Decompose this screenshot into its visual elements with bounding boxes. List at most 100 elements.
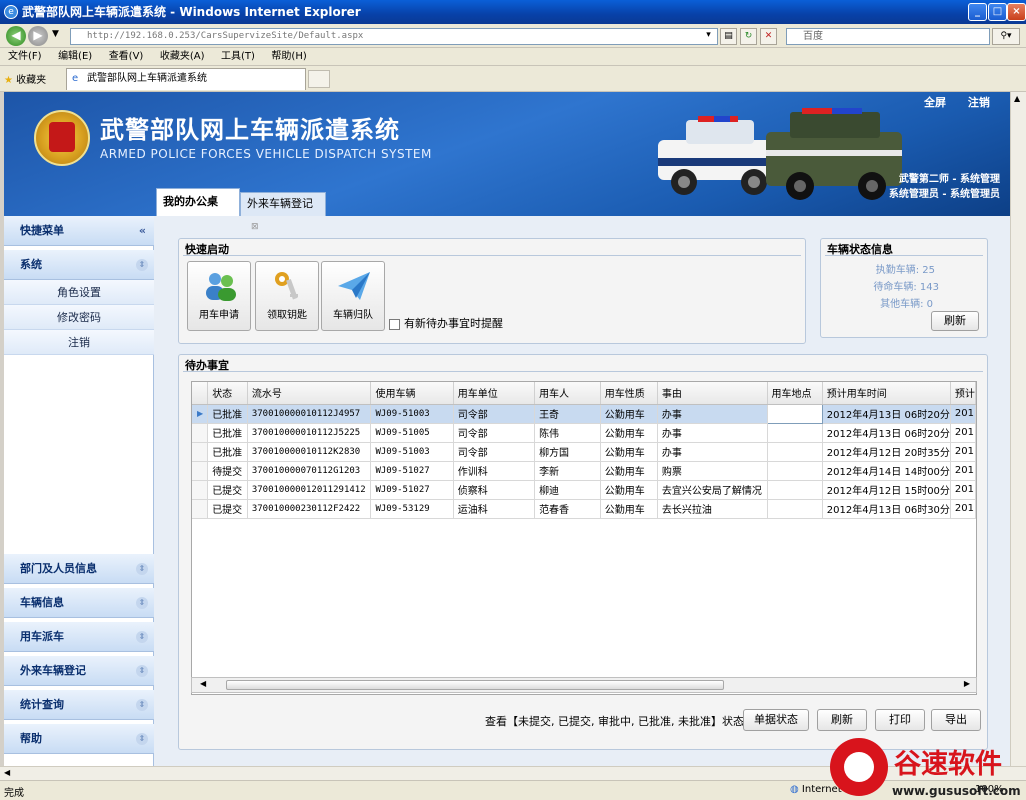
menu-favorites[interactable]: 收藏夹(A): [160, 51, 205, 62]
close-button[interactable]: ×: [1007, 3, 1026, 21]
sidebar: 快捷菜单 « 系统 ⇕ 角色设置 修改密码 注销 部门及人员信息 ⇕ 车辆信息 …: [4, 216, 154, 766]
table-header[interactable]: 用车人: [534, 382, 601, 405]
star-icon: ★: [4, 75, 13, 86]
document-status-button[interactable]: 单据状态: [743, 709, 809, 731]
new-tab-button[interactable]: [308, 70, 330, 88]
sidebar-department[interactable]: 部门及人员信息 ⇕: [4, 554, 154, 584]
maximize-button[interactable]: □: [988, 3, 1007, 21]
scroll-thumb[interactable]: [226, 680, 724, 690]
back-icon[interactable]: ◀: [6, 26, 26, 46]
expand-icon[interactable]: ⇕: [136, 665, 148, 677]
fullscreen-link[interactable]: 全屏: [924, 96, 946, 109]
refresh-icon[interactable]: ↻: [740, 28, 757, 45]
table-row[interactable]: 已提交 370010000230112F2422 WJ09-53129 运油科 …: [192, 499, 976, 519]
favorites-button[interactable]: ★ 收藏夹: [4, 71, 46, 86]
table-row[interactable]: 已提交 370010000012011291412 WJ09-51027 侦察科…: [192, 480, 976, 500]
address-bar: ◀ ▶ ▼ http://192.168.0.253/CarsSupervize…: [0, 24, 1026, 48]
vehicle-request-button[interactable]: 用车申请: [187, 261, 251, 331]
sidebar-system[interactable]: 系统 ⇕: [4, 250, 154, 280]
table-header[interactable]: 预计用车时间: [822, 382, 951, 405]
table-cell: 司令部: [453, 423, 536, 443]
collapse-icon[interactable]: «: [139, 216, 146, 246]
table-row[interactable]: 已批准 370010000010112K2830 WJ09-51003 司令部 …: [192, 442, 976, 462]
ie-icon: e: [4, 5, 18, 19]
scroll-up-icon[interactable]: ▲: [1014, 94, 1020, 103]
table-header[interactable]: 事由: [657, 382, 768, 405]
tab-external-vehicle[interactable]: 外来车辆登记 ⊠: [240, 192, 326, 232]
users-icon: [206, 273, 236, 301]
menu-tools[interactable]: 工具(T): [221, 51, 255, 62]
sidebar-item-logout[interactable]: 注销: [4, 330, 154, 355]
remind-checkbox[interactable]: [389, 318, 400, 330]
table-header[interactable]: 使用车辆: [370, 382, 454, 405]
expand-icon[interactable]: ⇕: [136, 699, 148, 711]
table-header[interactable]: 预计: [950, 382, 976, 405]
menu-file[interactable]: 文件(F): [8, 51, 42, 62]
sidebar-quick-menu[interactable]: 快捷菜单 «: [4, 216, 154, 246]
status-refresh-button[interactable]: 刷新: [931, 311, 979, 331]
refresh-button[interactable]: 刷新: [817, 709, 867, 731]
menu-edit[interactable]: 编辑(E): [58, 51, 92, 62]
url-input[interactable]: http://192.168.0.253/CarsSupervizeSite/D…: [70, 28, 718, 45]
minimize-button[interactable]: _: [968, 3, 987, 21]
sidebar-item-role-settings[interactable]: 角色设置: [4, 280, 154, 305]
sidebar-statistics[interactable]: 统计查询 ⇕: [4, 690, 154, 720]
search-icon[interactable]: ⚲▾: [992, 28, 1020, 45]
table-cell: 司令部: [453, 404, 536, 424]
watermark-url: www.gususoft.com: [892, 784, 1021, 798]
url-dropdown-icon[interactable]: ▾: [700, 28, 717, 45]
vehicle-return-button[interactable]: 车辆归队: [321, 261, 385, 331]
menu-help[interactable]: 帮助(H): [271, 51, 306, 62]
remind-option[interactable]: 有新待办事宜时提醒: [389, 315, 503, 331]
history-dropdown-icon[interactable]: ▼: [52, 29, 59, 39]
get-key-button[interactable]: 领取钥匙: [255, 261, 319, 331]
sidebar-external-vehicle[interactable]: 外来车辆登记 ⇕: [4, 656, 154, 686]
table-cell: 已批准: [207, 423, 248, 443]
tab-my-desk[interactable]: 我的办公桌: [156, 188, 240, 216]
browser-tab[interactable]: e 武警部队网上车辆派遣系统: [66, 68, 306, 90]
print-button[interactable]: 打印: [875, 709, 925, 731]
menu-view[interactable]: 查看(V): [109, 51, 144, 62]
sidebar-dispatch[interactable]: 用车派车 ⇕: [4, 622, 154, 652]
export-button[interactable]: 导出: [931, 709, 981, 731]
scroll-left-icon[interactable]: ◀: [200, 679, 206, 688]
police-vehicles-image: [658, 108, 902, 200]
sidebar-vehicle-info[interactable]: 车辆信息 ⇕: [4, 588, 154, 618]
table-cell: 370010000012011291412: [247, 480, 372, 500]
sidebar-item-change-password[interactable]: 修改密码: [4, 305, 154, 330]
table-header[interactable]: 状态: [207, 382, 248, 405]
search-input[interactable]: 百度: [786, 28, 990, 45]
table-row[interactable]: 待提交 370010000070112G1203 WJ09-51027 作训科 …: [192, 461, 976, 481]
table-header[interactable]: 流水号: [247, 382, 372, 405]
standby-count: 待命车辆: 143: [873, 282, 939, 293]
grid-horizontal-scrollbar[interactable]: ◀ ▶: [191, 677, 977, 693]
table-cell: 去长兴拉油: [657, 499, 768, 519]
user-role: 系统管理员 - 系统管理员: [888, 189, 1000, 200]
expand-icon[interactable]: ⇕: [136, 259, 148, 271]
scroll-left-icon[interactable]: ◀: [4, 768, 10, 777]
table-header[interactable]: 用车地点: [767, 382, 823, 405]
table-row[interactable]: ▶ 已批准 370010000010112J4957 WJ09-51003 司令…: [192, 403, 976, 424]
get-key-label: 领取钥匙: [267, 310, 307, 321]
expand-icon[interactable]: ⇕: [136, 563, 148, 575]
scroll-right-icon[interactable]: ▶: [964, 679, 970, 688]
expand-icon[interactable]: ⇕: [136, 733, 148, 745]
forward-icon[interactable]: ▶: [28, 26, 48, 46]
user-info: 武警第二师 - 系统管理 系统管理员 - 系统管理员: [884, 172, 1000, 202]
table-row[interactable]: 已批准 370010000010112J5225 WJ09-51005 司令部 …: [192, 423, 976, 443]
compat-icon[interactable]: ▤: [720, 28, 737, 45]
table-cell[interactable]: [766, 403, 823, 424]
table-header[interactable]: 用车性质: [600, 382, 658, 405]
table-cell: WJ09-53129: [370, 499, 454, 519]
table-header[interactable]: 用车单位: [453, 382, 536, 405]
page-vertical-scrollbar[interactable]: ▲: [1010, 92, 1026, 766]
sidebar-help[interactable]: 帮助 ⇕: [4, 724, 154, 754]
logout-link[interactable]: 注销: [968, 96, 990, 109]
expand-icon[interactable]: ⇕: [136, 597, 148, 609]
stop-icon[interactable]: ✕: [760, 28, 777, 45]
table-cell: 公勤用车: [600, 480, 658, 500]
table-cell: 201: [950, 499, 976, 519]
expand-icon[interactable]: ⇕: [136, 631, 148, 643]
tab-close-icon[interactable]: ⊠: [251, 222, 259, 232]
paper-plane-icon: [338, 272, 370, 300]
